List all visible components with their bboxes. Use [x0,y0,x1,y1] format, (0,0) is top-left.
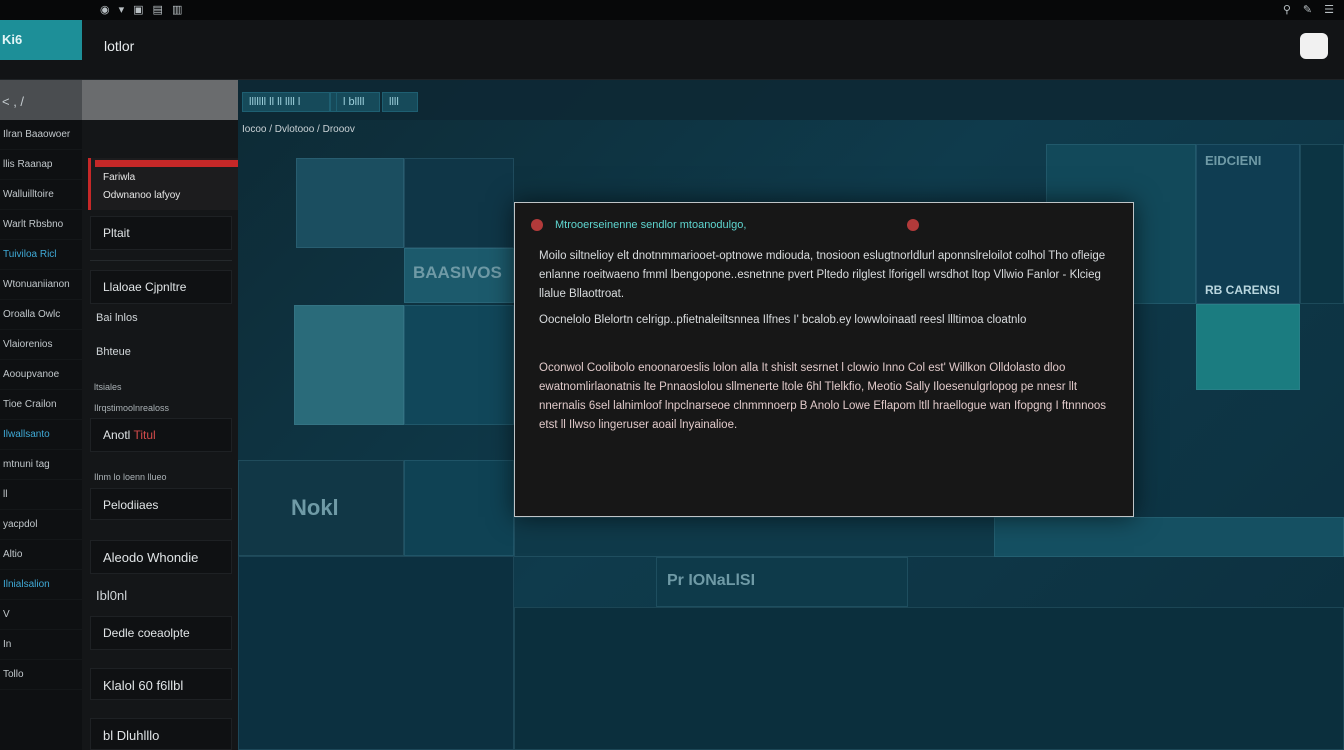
sidebar-item[interactable]: Ilwallsanto [0,420,82,450]
sidebar-item[interactable]: Tollo [0,660,82,690]
sidebar-item[interactable]: llis Raanap [0,150,82,180]
media-tile[interactable]: Nokl [238,460,404,556]
app-header: Ki6 lotlor [0,20,1344,80]
record-icon[interactable]: ◉ [100,3,110,16]
panel-item-8[interactable]: bl Dluhlllo [90,718,232,750]
panel-option-1[interactable]: Bai lnlos [96,312,138,324]
menu-icon[interactable]: ☰ [1324,3,1334,16]
active-indicator [95,160,241,167]
media-tile[interactable]: BAASIVOS [404,248,514,303]
tile-label: EIDCIENI [1205,153,1262,168]
sidebar-item[interactable]: Altio [0,540,82,570]
sidebar-item[interactable]: Warlt Rbsbno [0,210,82,240]
dialog-paragraph-2: Oocnelolo Blelortn celrigp..pfietnaleilt… [539,314,1027,326]
sidebar-item[interactable]: yacpdol [0,510,82,540]
grid-icon[interactable]: ▥ [172,3,182,16]
window-icon[interactable]: ▣ [133,3,143,16]
sidebar-item[interactable]: Walluilltoire [0,180,82,210]
panel-caption-3: Ilnm lo loenn llueo [94,472,167,482]
system-bar-left: ◉ ▾ ▣ ▤ ▥ [100,3,182,16]
divider [90,260,232,261]
panel-item-6[interactable]: Dedle coeaolpte [90,616,232,650]
heart-icon[interactable] [907,219,919,231]
panel-item-3-label: Anotl [103,428,131,442]
edit-icon[interactable]: ✎ [1303,3,1312,16]
sidebar-item[interactable]: Tuiviloa Ricl [0,240,82,270]
panel-option-3[interactable]: Ibl0nl [96,588,127,603]
panel-item-5[interactable]: Aleodo Whondie [90,540,232,574]
panel-item-3-value: Titul [133,428,156,442]
tile-label: RB CARENSI [1205,283,1280,297]
sidebar-item[interactable]: In [0,630,82,660]
tag-icon[interactable] [1300,33,1328,59]
media-tile[interactable]: EIDCIENI RB CARENSI [1196,144,1300,304]
media-tile[interactable] [404,158,514,248]
tile-label: BAASIVOS [413,263,502,282]
sidebar-item[interactable]: Oroalla Owlc [0,300,82,330]
breadcrumb[interactable]: Iocoo / Dvlotooo / Drooov [242,124,355,135]
sidebar-item[interactable]: V [0,600,82,630]
active-item[interactable]: Fariwla Odwnanoo lafyoy [88,158,241,210]
media-tile[interactable] [1300,144,1344,304]
modal-dialog: Mtrooerseinenne sendlor mtoanodulgo, Moi… [514,202,1134,517]
alert-icon [531,219,543,231]
page-title: lotlor [104,38,135,54]
sidebar-item[interactable]: Aooupvanoe [0,360,82,390]
media-tile[interactable] [296,158,404,248]
sidebar-item[interactable]: Ilran Baaowoer [0,120,82,150]
dropdown-icon[interactable]: ▾ [119,3,125,16]
system-bar: ◉ ▾ ▣ ▤ ▥ ⚲ ✎ ☰ [0,0,1344,20]
sidebar-header[interactable]: < , / [0,80,82,120]
panel-item-3[interactable]: Anotl Titul [90,418,232,452]
panel-item-4[interactable]: Pelodiiaes [90,488,232,520]
media-tile[interactable] [404,305,514,425]
sidebar-item[interactable]: Tioe Crailon [0,390,82,420]
active-item-subtitle: Odwnanoo lafyoy [103,190,181,201]
sidebar-item[interactable]: Vlaiorenios [0,330,82,360]
secondary-panel-header [82,80,238,120]
sidebar-item[interactable]: Wtonuaniianon [0,270,82,300]
sidebar-item[interactable]: Ilnialsalion [0,570,82,600]
media-tile[interactable] [404,460,514,556]
dialog-title: Mtrooerseinenne sendlor mtoanodulgo, [555,219,747,231]
sidebar-list: Ilran Baaowoer llis Raanap Walluilltoire Wa… [0,120,82,690]
panel-caption-2: Ilrqstimoolnrealoss [94,403,170,413]
system-bar-right: ⚲ ✎ ☰ [1283,3,1334,16]
active-item-title: Fariwla [103,172,136,183]
left-sidebar: < , / Ilran Baaowoer llis Raanap Walluillt… [0,80,82,750]
sidebar-item[interactable]: mtnuni tag [0,450,82,480]
tile-label: Pr IONaLlSI [667,572,756,589]
search-icon[interactable]: ⚲ [1283,3,1291,16]
app-logo[interactable]: Ki6 [0,20,82,60]
panel-item-2[interactable]: Llaloae Cjpnltre [90,270,232,304]
media-tile[interactable] [1196,304,1300,390]
tile-label: Nokl [291,495,339,520]
tab-1[interactable]: lllllll ll ll llll l [242,92,330,112]
dialog-paragraph-3: Oconwol Coolibolo enoonaroeslis lolon al… [539,362,1107,431]
sidebar-item[interactable]: ll [0,480,82,510]
media-tile[interactable] [514,607,1344,750]
panel-option-2[interactable]: Bhteue [96,346,131,358]
media-tile[interactable]: Pr IONaLlSI [656,557,908,607]
media-tile[interactable] [994,517,1344,557]
tab-4[interactable]: llll [382,92,418,112]
panel-caption-1: ltsiales [94,382,122,392]
panel-item-7[interactable]: Klalol 60 f6llbl [90,668,232,700]
tab-bar: lllllll ll ll llll l l l bllll llll [238,80,1344,120]
panel-item-1[interactable]: Pltait [90,216,232,250]
media-tile[interactable] [238,556,514,750]
secondary-panel: Fariwla Odwnanoo lafyoy Pltait Llaloae C… [82,80,241,750]
media-tile[interactable] [294,305,404,425]
layout-icon[interactable]: ▤ [153,3,163,16]
tab-3[interactable]: l bllll [336,92,380,112]
dialog-paragraph-1: Moilo siltnelioy elt dnotnmmariooet-optn… [539,250,1106,300]
